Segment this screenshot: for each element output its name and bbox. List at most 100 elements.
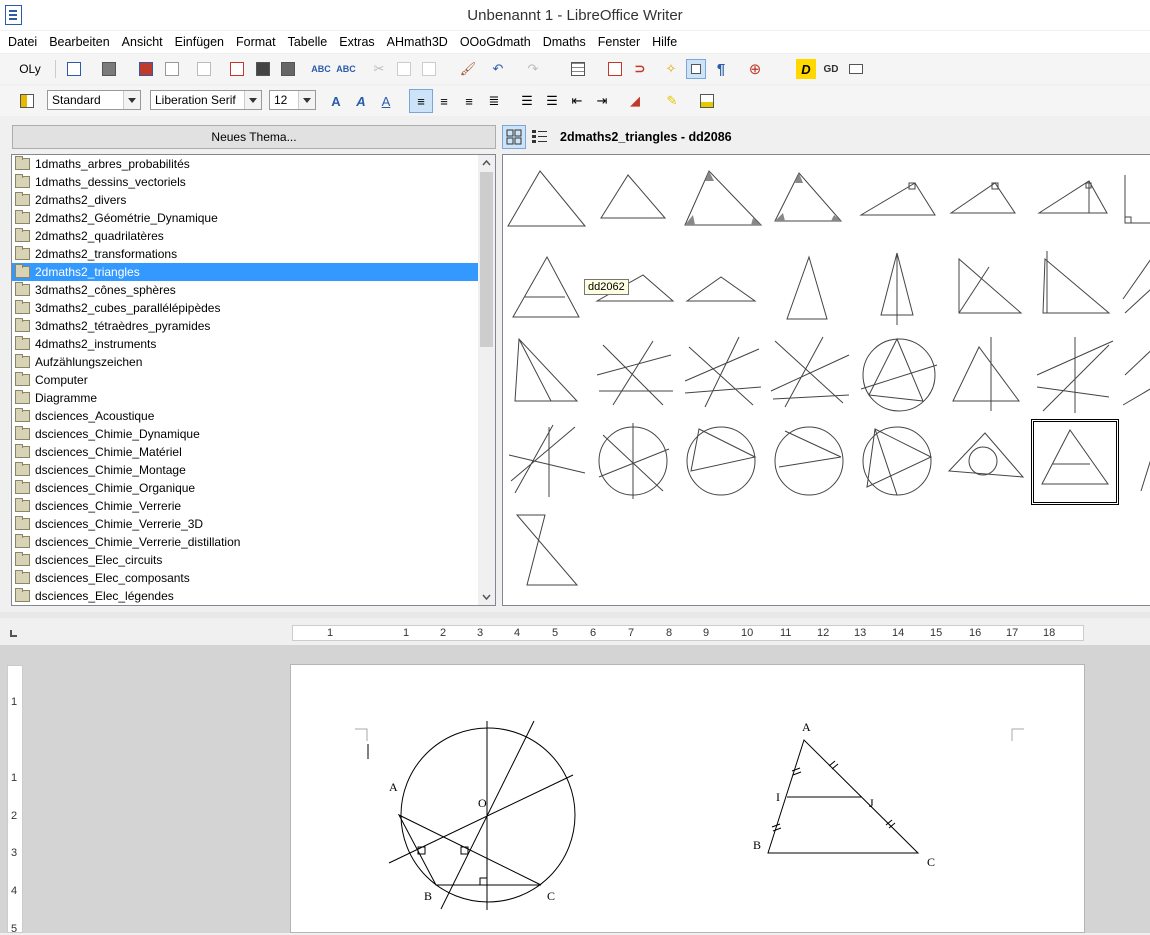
gallery-item[interactable]	[945, 163, 1027, 243]
theme-list-item[interactable]: dsciences_Chimie_Montage	[12, 461, 478, 479]
chevron-down-icon[interactable]	[298, 91, 315, 109]
gallery-item[interactable]	[681, 249, 763, 329]
justify-icon[interactable]: ≣	[484, 91, 504, 111]
insert-hyperlink-icon[interactable]: ⊃	[630, 59, 650, 79]
paragraph-style-combo[interactable]: Standard	[47, 90, 141, 110]
menu-fenster[interactable]: Fenster	[594, 35, 644, 49]
gallery-item[interactable]	[593, 335, 675, 415]
open-folder-icon[interactable]	[99, 59, 119, 79]
spellcheck-icon[interactable]: ABC	[311, 59, 331, 79]
align-center-icon[interactable]: ≡	[434, 91, 454, 111]
formatting-marks-icon[interactable]: ¶	[711, 59, 731, 79]
menu-ansicht[interactable]: Ansicht	[118, 35, 167, 49]
gallery-thumbnails[interactable]	[502, 154, 1150, 606]
menu-bearbeiten[interactable]: Bearbeiten	[45, 35, 113, 49]
gallery-item[interactable]	[505, 335, 587, 415]
horizontal-ruler[interactable]: 1 1 2 3 4 5 6 7 8 9 10 11 12 13 14 15 16 17 18	[292, 625, 1084, 641]
gallery-item[interactable]	[857, 335, 939, 415]
gallery-item[interactable]	[769, 163, 851, 243]
gd-button[interactable]: GD	[821, 59, 841, 79]
gallery-item[interactable]	[945, 421, 1027, 501]
chevron-down-icon[interactable]	[244, 91, 261, 109]
font-color-icon[interactable]: ◢	[625, 91, 645, 111]
theme-list-item[interactable]: 2dmaths2_divers	[12, 191, 478, 209]
styles-icon[interactable]	[17, 91, 37, 111]
theme-list-item[interactable]: 1dmaths_arbres_probabilités	[12, 155, 478, 173]
theme-list-item[interactable]: dsciences_Elec_circuits	[12, 551, 478, 569]
tab-stop-icon[interactable]	[10, 630, 17, 637]
gallery-item[interactable]	[945, 249, 1027, 329]
export-pdf-icon[interactable]	[227, 59, 247, 79]
email-icon[interactable]	[162, 59, 182, 79]
gallery-item[interactable]	[1121, 163, 1150, 243]
print-icon[interactable]	[253, 59, 273, 79]
menu-hilfe[interactable]: Hilfe	[648, 35, 681, 49]
insert-image-icon[interactable]	[605, 59, 625, 79]
theme-list-item[interactable]: dsciences_Chimie_Verrerie_distillation	[12, 533, 478, 551]
gallery-item[interactable]	[769, 249, 851, 329]
font-size-combo[interactable]: 12	[269, 90, 316, 110]
menu-ahmath3d[interactable]: AHmath3D	[383, 35, 452, 49]
theme-list-item[interactable]: 1dmaths_dessins_vectoriels	[12, 173, 478, 191]
cut-icon[interactable]: ✂	[369, 59, 389, 79]
underline-a-icon[interactable]: A	[376, 91, 396, 111]
save-icon[interactable]	[136, 59, 156, 79]
gdmath-icon[interactable]	[846, 59, 866, 79]
gallery-item[interactable]	[593, 421, 675, 501]
navigator-icon[interactable]: ✧	[661, 59, 681, 79]
theme-list-item[interactable]: Diagramme	[12, 389, 478, 407]
bold-a-icon[interactable]: A	[326, 91, 346, 111]
gallery-item[interactable]	[857, 249, 939, 329]
print-preview-icon[interactable]	[278, 59, 298, 79]
theme-list-item[interactable]: 2dmaths2_Géométrie_Dynamique	[12, 209, 478, 227]
theme-list-item[interactable]: dsciences_Elec_composants	[12, 569, 478, 587]
increase-indent-icon[interactable]: ⇥	[592, 91, 612, 111]
gallery-item[interactable]	[769, 421, 851, 501]
selected-gallery-item[interactable]	[1031, 419, 1119, 505]
align-left-icon[interactable]: ≡	[409, 89, 433, 113]
gallery-item[interactable]	[857, 163, 939, 243]
oly-button[interactable]: OLy	[16, 59, 44, 79]
edit-mode-icon[interactable]	[194, 59, 214, 79]
gallery-item[interactable]	[945, 335, 1027, 415]
highlight-icon[interactable]: ✎	[662, 91, 682, 111]
dmaths-d-button[interactable]: D	[796, 59, 816, 79]
theme-list[interactable]: 1dmaths_arbres_probabilités 1dmaths_dessi…	[11, 154, 496, 606]
menu-dmaths[interactable]: Dmaths	[539, 35, 590, 49]
theme-list-item[interactable]: dsciences_Chimie_Verrerie	[12, 497, 478, 515]
gallery-item[interactable]	[505, 163, 587, 243]
paste-icon[interactable]	[419, 59, 439, 79]
gallery-item[interactable]	[1033, 335, 1115, 415]
align-right-icon[interactable]: ≡	[459, 91, 479, 111]
theme-list-item[interactable]: 2dmaths2_quadrilatères	[12, 227, 478, 245]
gallery-item[interactable]	[593, 163, 675, 243]
gallery-item[interactable]	[857, 421, 939, 501]
autospellcheck-icon[interactable]: ABC	[336, 59, 356, 79]
theme-list-item[interactable]: 3dmaths2_cubes_parallélépipèdes	[12, 299, 478, 317]
document-page[interactable]: A O B C A I J B C	[290, 664, 1085, 933]
background-color-icon[interactable]	[697, 91, 717, 111]
gallery-item[interactable]	[505, 507, 587, 597]
theme-list-item[interactable]: 3dmaths2_cônes_sphères	[12, 281, 478, 299]
gallery-item[interactable]	[505, 421, 587, 501]
gallery-item[interactable]	[681, 163, 763, 243]
insert-table-icon[interactable]	[568, 59, 588, 79]
theme-list-item[interactable]: dsciences_Acoustique	[12, 407, 478, 425]
theme-list-item[interactable]: dsciences_Chimie_Matériel	[12, 443, 478, 461]
icon-view-button[interactable]	[502, 125, 526, 149]
undo-icon[interactable]: ↶	[488, 59, 508, 79]
menu-extras[interactable]: Extras	[335, 35, 378, 49]
gallery-item[interactable]	[681, 421, 763, 501]
theme-list-item[interactable]: dsciences_Elec_légendes	[12, 587, 478, 605]
theme-list-item[interactable]: 2dmaths2_transformations	[12, 245, 478, 263]
vertical-ruler[interactable]: 1 1 2 3 4 5	[7, 665, 23, 935]
gallery-toggle-icon[interactable]	[686, 59, 706, 79]
gallery-item[interactable]	[1121, 249, 1150, 329]
help-icon[interactable]: ⊕	[745, 59, 765, 79]
gallery-item[interactable]	[769, 335, 851, 415]
scroll-thumb[interactable]	[480, 172, 493, 347]
theme-list-item[interactable]: dsciences_Chimie_Dynamique	[12, 425, 478, 443]
gallery-item[interactable]	[1033, 249, 1115, 329]
theme-list-item[interactable]: 4dmaths2_instruments	[12, 335, 478, 353]
scroll-down-arrow[interactable]	[478, 588, 495, 605]
